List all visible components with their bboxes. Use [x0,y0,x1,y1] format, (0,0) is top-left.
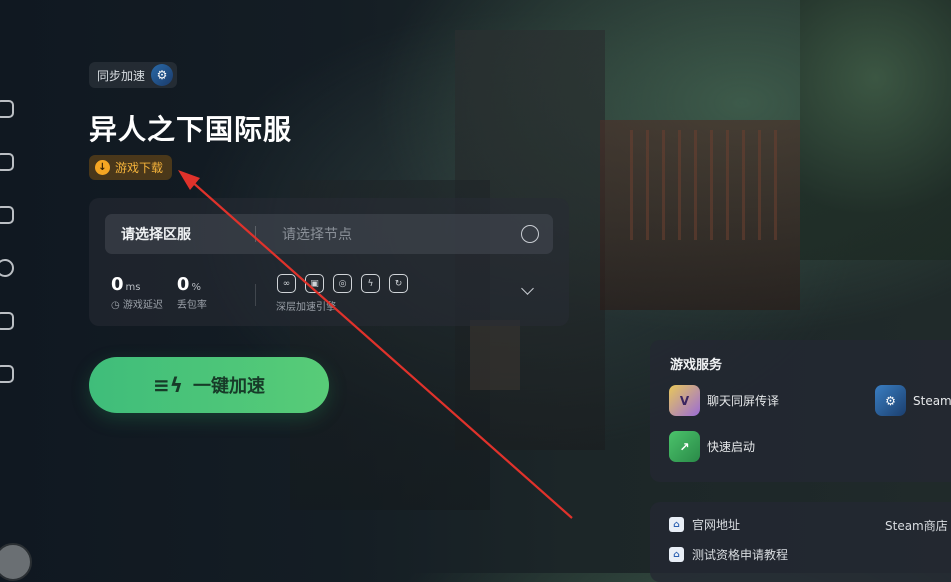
annotation-arrow [178,170,573,519]
arrow-shaft [189,179,573,519]
